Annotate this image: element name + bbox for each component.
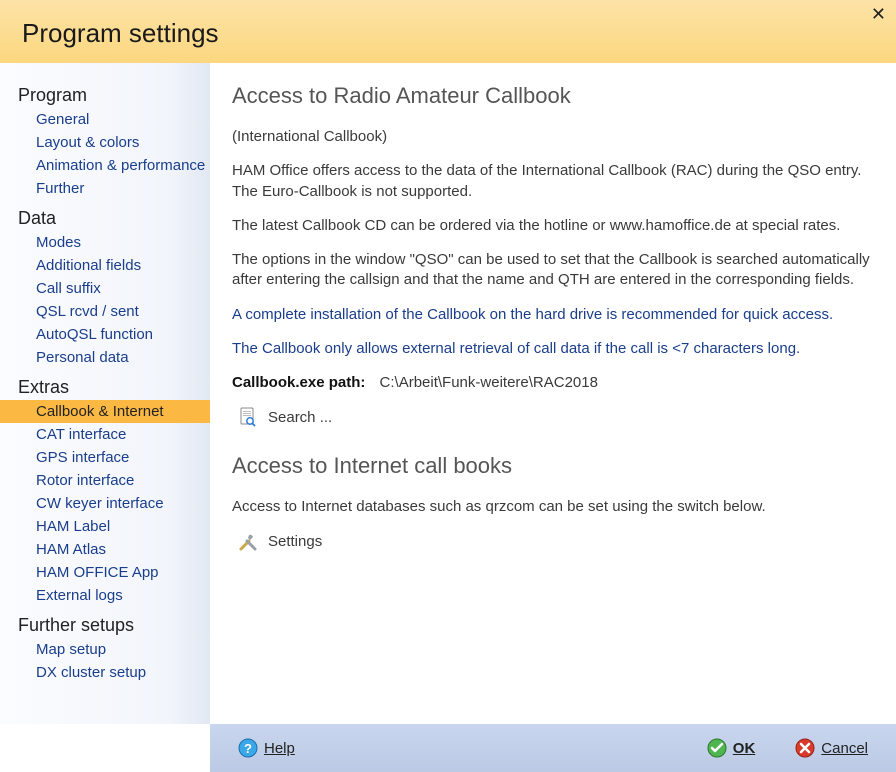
sidebar: Program General Layout & colors Animatio… (0, 63, 210, 724)
sidebar-item-animation[interactable]: Animation & performance (0, 154, 210, 177)
callbook-path-line: Callbook.exe path: C:\Arbeit\Funk-weiter… (232, 373, 874, 393)
callbook-path-value: C:\Arbeit\Funk-weitere\RAC2018 (380, 374, 598, 391)
sidebar-item-callbook[interactable]: Callbook & Internet (0, 400, 210, 423)
header-bar: Program settings (0, 0, 896, 63)
sidebar-item-hamlabel[interactable]: HAM Label (0, 515, 210, 538)
sidebar-item-hamatlas[interactable]: HAM Atlas (0, 538, 210, 561)
sidebar-item-cwkeyer[interactable]: CW keyer interface (0, 492, 210, 515)
sidebar-item-autoqsl[interactable]: AutoQSL function (0, 323, 210, 346)
help-button[interactable]: ? Help (238, 738, 295, 758)
section1-note1: A complete installation of the Callbook … (232, 305, 874, 325)
cancel-button[interactable]: Cancel (795, 738, 868, 758)
close-icon[interactable]: ✕ (871, 4, 886, 25)
sidebar-group-extras: Extras (0, 369, 210, 400)
sidebar-item-general[interactable]: General (0, 108, 210, 131)
content-panel: Access to Radio Amateur Callbook (Intern… (210, 63, 896, 724)
section1-note2: The Callbook only allows external retrie… (232, 339, 874, 359)
sidebar-item-mapsetup[interactable]: Map setup (0, 638, 210, 661)
search-file-icon (238, 407, 258, 427)
cancel-label: Cancel (821, 740, 868, 757)
settings-label: Settings (268, 533, 322, 550)
sidebar-item-rotor[interactable]: Rotor interface (0, 469, 210, 492)
section1-title: Access to Radio Amateur Callbook (232, 83, 874, 109)
search-button[interactable]: Search ... (238, 407, 874, 427)
section1-p2: The latest Callbook CD can be ordered vi… (232, 216, 874, 236)
sidebar-group-program: Program (0, 77, 210, 108)
section1-p1: HAM Office offers access to the data of … (232, 161, 874, 202)
sidebar-item-modes[interactable]: Modes (0, 231, 210, 254)
section1-p3: The options in the window "QSO" can be u… (232, 250, 874, 291)
section2-p1: Access to Internet databases such as qrz… (232, 497, 874, 517)
sidebar-item-personal[interactable]: Personal data (0, 346, 210, 369)
sidebar-item-hamoffice[interactable]: HAM OFFICE App (0, 561, 210, 584)
section1-subtitle: (International Callbook) (232, 127, 874, 147)
sidebar-item-callsuffix[interactable]: Call suffix (0, 277, 210, 300)
callbook-path-label: Callbook.exe path: (232, 374, 365, 391)
tools-icon (238, 532, 258, 552)
help-icon: ? (238, 738, 258, 758)
body: Program General Layout & colors Animatio… (0, 63, 896, 724)
ok-icon (707, 738, 727, 758)
cancel-icon (795, 738, 815, 758)
sidebar-item-gps[interactable]: GPS interface (0, 446, 210, 469)
sidebar-item-qsl[interactable]: QSL rcvd / sent (0, 300, 210, 323)
sidebar-item-extlogs[interactable]: External logs (0, 584, 210, 607)
sidebar-item-layout[interactable]: Layout & colors (0, 131, 210, 154)
sidebar-item-cat[interactable]: CAT interface (0, 423, 210, 446)
window-title: Program settings (22, 18, 880, 49)
sidebar-group-data: Data (0, 200, 210, 231)
footer-bar: ? Help OK Cancel (210, 724, 896, 772)
ok-button[interactable]: OK (707, 738, 756, 758)
settings-window: ✕ Program settings Program General Layou… (0, 0, 896, 772)
settings-button[interactable]: Settings (238, 532, 874, 552)
sidebar-item-further[interactable]: Further (0, 177, 210, 200)
svg-text:?: ? (244, 741, 252, 756)
help-label: Help (264, 740, 295, 757)
sidebar-item-dxcluster[interactable]: DX cluster setup (0, 661, 210, 684)
section2-title: Access to Internet call books (232, 453, 874, 479)
ok-label: OK (733, 740, 756, 757)
sidebar-group-further: Further setups (0, 607, 210, 638)
sidebar-item-addfields[interactable]: Additional fields (0, 254, 210, 277)
search-label: Search ... (268, 409, 332, 426)
